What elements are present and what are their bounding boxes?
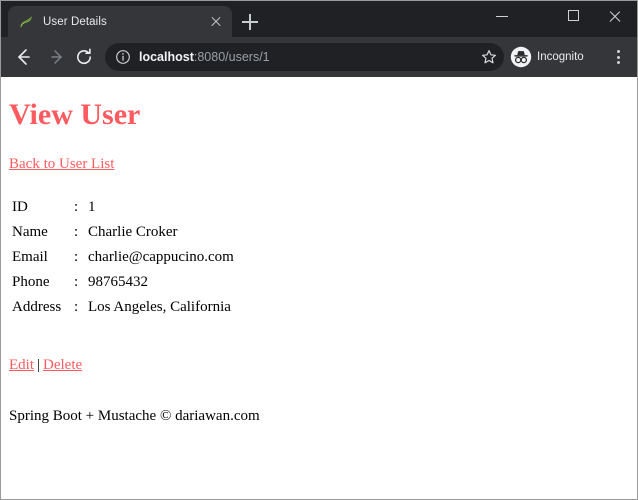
menu-dot [616, 61, 620, 64]
tab-strip: User Details [1, 1, 637, 37]
row-separator: : [74, 224, 79, 240]
delete-link[interactable]: Delete [43, 357, 82, 373]
window-maximize-button[interactable] [552, 1, 597, 31]
incognito-icon [510, 46, 532, 68]
row-label: Phone [12, 274, 50, 290]
edit-link[interactable]: Edit [9, 357, 34, 373]
row-label: ID [12, 199, 28, 215]
browser-toolbar: localhost:8080/users/1 Incognito [1, 37, 637, 77]
url-host: localhost [139, 50, 194, 64]
window-close-button[interactable] [593, 1, 637, 31]
address-bar-text: localhost:8080/users/1 [139, 50, 476, 64]
address-bar[interactable]: localhost:8080/users/1 [105, 43, 504, 71]
row-value: Charlie Croker [88, 224, 178, 240]
forward-arrow-icon [44, 44, 70, 70]
tab-title: User Details [43, 15, 107, 28]
table-row: ID : 1 [9, 195, 234, 220]
back-arrow-icon[interactable] [10, 44, 36, 70]
user-details-table: ID : 1 Name : Charlie Croker Email : cha… [9, 195, 234, 320]
row-separator: : [74, 249, 79, 265]
back-link-row: Back to User List [9, 155, 629, 173]
tab-close-icon[interactable] [208, 14, 224, 30]
url-path: :8080/users/1 [193, 50, 270, 64]
page-title: View User [9, 98, 141, 131]
row-value: Los Angeles, California [88, 299, 231, 315]
row-separator: : [74, 274, 79, 290]
window-minimize-button[interactable] [480, 1, 525, 31]
spring-leaf-icon [18, 14, 34, 30]
menu-dot [616, 55, 620, 59]
table-row: Phone : 98765432 [9, 270, 234, 295]
reload-icon[interactable] [71, 44, 97, 70]
page-viewport: View User Back to User List ID : 1 Name … [1, 77, 637, 499]
row-value: 98765432 [88, 274, 148, 290]
row-label: Name [12, 224, 48, 240]
row-separator: : [74, 299, 79, 315]
new-tab-button[interactable] [239, 11, 261, 33]
row-separator: : [74, 199, 79, 215]
table-row: Name : Charlie Croker [9, 220, 234, 245]
row-label: Address [12, 299, 62, 315]
table-row: Address : Los Angeles, California [9, 295, 234, 320]
menu-dot [616, 50, 620, 53]
star-icon[interactable] [480, 48, 498, 66]
action-links: Edit | Delete [9, 357, 629, 374]
tab-user-details[interactable]: User Details [8, 6, 232, 37]
back-to-user-list-link[interactable]: Back to User List [9, 156, 114, 172]
three-dots-icon[interactable] [608, 47, 628, 67]
profile-label: Incognito [537, 51, 584, 63]
row-value: 1 [88, 199, 96, 215]
info-circle-icon[interactable] [115, 49, 131, 65]
row-label: Email [12, 249, 48, 265]
action-separator: | [37, 357, 41, 373]
row-value: charlie@cappucino.com [88, 249, 234, 265]
page-content: View User Back to User List ID : 1 Name … [1, 77, 637, 433]
profile-incognito-chip[interactable]: Incognito [509, 44, 593, 70]
footer-text: Spring Boot + Mustache © dariawan.com [9, 408, 260, 424]
table-row: Email : charlie@cappucino.com [9, 245, 234, 270]
browser-window: User Details localhost:8080/users/1 Inco… [0, 0, 638, 500]
